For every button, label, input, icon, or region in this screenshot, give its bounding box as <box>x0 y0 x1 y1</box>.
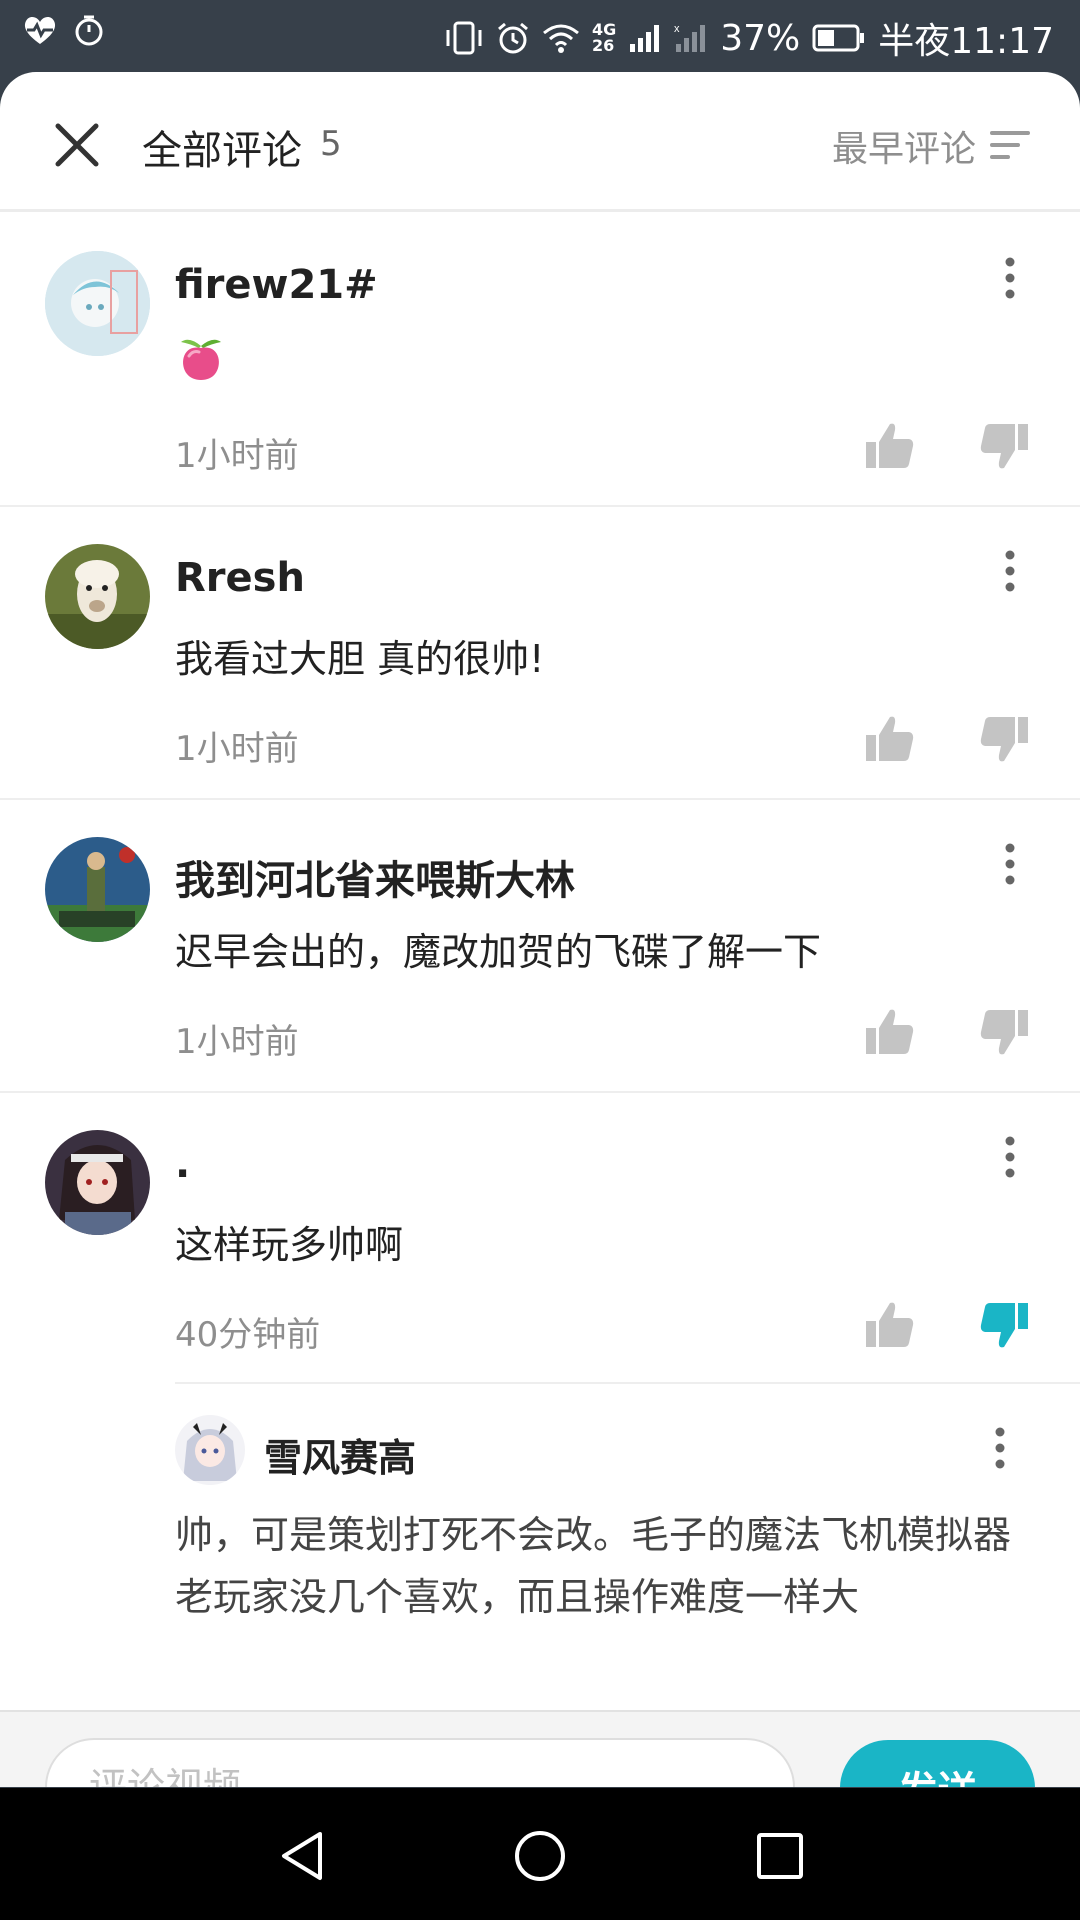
comments-header: 全部评论 5 最早评论 <box>0 72 1080 212</box>
more-options-icon[interactable] <box>995 254 1025 302</box>
thumbs-down-icon[interactable] <box>978 1006 1030 1058</box>
network-type: 4G 26 <box>591 20 617 55</box>
status-bar: 4G 26 x 37% 半夜11:17 <box>0 0 1080 72</box>
more-options-icon[interactable] <box>995 547 1025 595</box>
comment-item: firew21# 1小时前 <box>0 214 1080 507</box>
close-icon[interactable] <box>52 120 102 170</box>
clock: 半夜11:17 <box>878 21 1054 62</box>
avatar-image-icon <box>175 1415 245 1485</box>
avatar-image-icon <box>45 837 150 942</box>
username[interactable]: 我到河北省来喂斯大林 <box>175 848 575 906</box>
alarm-icon <box>498 22 528 54</box>
thumbs-up-icon[interactable] <box>864 420 916 472</box>
reply-avatar[interactable] <box>175 1415 245 1485</box>
comment-item: . 这样玩多帅啊 40分钟前 <box>0 1093 1080 1386</box>
more-options-icon[interactable] <box>985 1424 1015 1472</box>
sort-label: 最早评论 <box>831 129 976 170</box>
username[interactable]: Rresh <box>175 555 305 601</box>
avatar[interactable] <box>45 837 150 942</box>
comment-time: 1小时前 <box>175 729 299 769</box>
comment-text: 迟早会出的，魔改加贺的飞碟了解一下 <box>175 930 822 974</box>
thumbs-down-icon[interactable] <box>978 713 1030 765</box>
comment-time: 40分钟前 <box>175 1315 321 1355</box>
thumbs-up-icon[interactable] <box>864 713 916 765</box>
timer-icon <box>75 15 103 46</box>
send-button[interactable]: 发送 <box>840 1740 1035 1787</box>
more-options-icon[interactable] <box>995 1133 1025 1181</box>
status-right-icons: 4G 26 x 37% 半夜11:17 <box>444 12 1054 64</box>
battery-icon <box>812 24 865 52</box>
comments-sheet: 全部评论 5 最早评论 firew21# 1小时前 Rresh 我看过大胆 真的… <box>0 72 1080 1787</box>
sort-button[interactable]: 最早评论 <box>832 120 1030 172</box>
avatar[interactable] <box>45 1130 150 1235</box>
thumbs-down-active-icon[interactable] <box>978 1299 1030 1351</box>
signal-icon <box>630 25 660 52</box>
comment-item: Rresh 我看过大胆 真的很帅! 1小时前 <box>0 507 1080 800</box>
comment-count: 5 <box>320 124 342 164</box>
comment-input[interactable] <box>45 1738 795 1787</box>
home-icon[interactable] <box>512 1828 568 1884</box>
signal-2-icon: x <box>674 23 706 52</box>
vibrate-icon <box>446 21 482 55</box>
avatar-image-icon <box>45 251 150 356</box>
thumbs-down-icon[interactable] <box>978 420 1030 472</box>
status-left-icons <box>22 14 104 46</box>
peach-emoji-icon <box>181 339 221 380</box>
comment-text: 我看过大胆 真的很帅! <box>175 637 545 681</box>
back-icon[interactable] <box>274 1828 330 1884</box>
avatar-image-icon <box>45 544 150 649</box>
thumbs-up-icon[interactable] <box>864 1006 916 1058</box>
comment-time: 1小时前 <box>175 436 299 476</box>
avatar[interactable] <box>45 251 150 356</box>
reply-text: 帅，可是策划打死不会改。毛子的魔法飞机模拟器老玩家没几个喜欢，而且操作难度一样大 <box>175 1513 1012 1619</box>
reply-divider <box>175 1382 1080 1384</box>
more-options-icon[interactable] <box>995 840 1025 888</box>
sort-icon <box>990 131 1030 159</box>
avatar-image-icon <box>45 1130 150 1235</box>
comment-time: 1小时前 <box>175 1022 299 1062</box>
svg-text:x: x <box>674 23 680 35</box>
comment-item: 我到河北省来喂斯大林 迟早会出的，魔改加贺的飞碟了解一下 1小时前 <box>0 800 1080 1093</box>
page-title: 全部评论 <box>142 128 302 174</box>
battery-percent: 37% <box>720 17 801 59</box>
system-nav-bar <box>0 1788 1080 1920</box>
wifi-icon <box>543 24 579 53</box>
thumbs-up-icon[interactable] <box>864 1299 916 1351</box>
avatar[interactable] <box>45 544 150 649</box>
heartbeat-icon <box>24 16 56 44</box>
username[interactable]: firew21# <box>175 262 378 308</box>
reply-username[interactable]: 雪风赛高 <box>264 1427 416 1482</box>
comment-input-bar: 发送 <box>0 1710 1080 1787</box>
username[interactable]: . <box>175 1141 190 1187</box>
comment-text: 这样玩多帅啊 <box>175 1223 404 1267</box>
recents-icon[interactable] <box>752 1828 808 1884</box>
